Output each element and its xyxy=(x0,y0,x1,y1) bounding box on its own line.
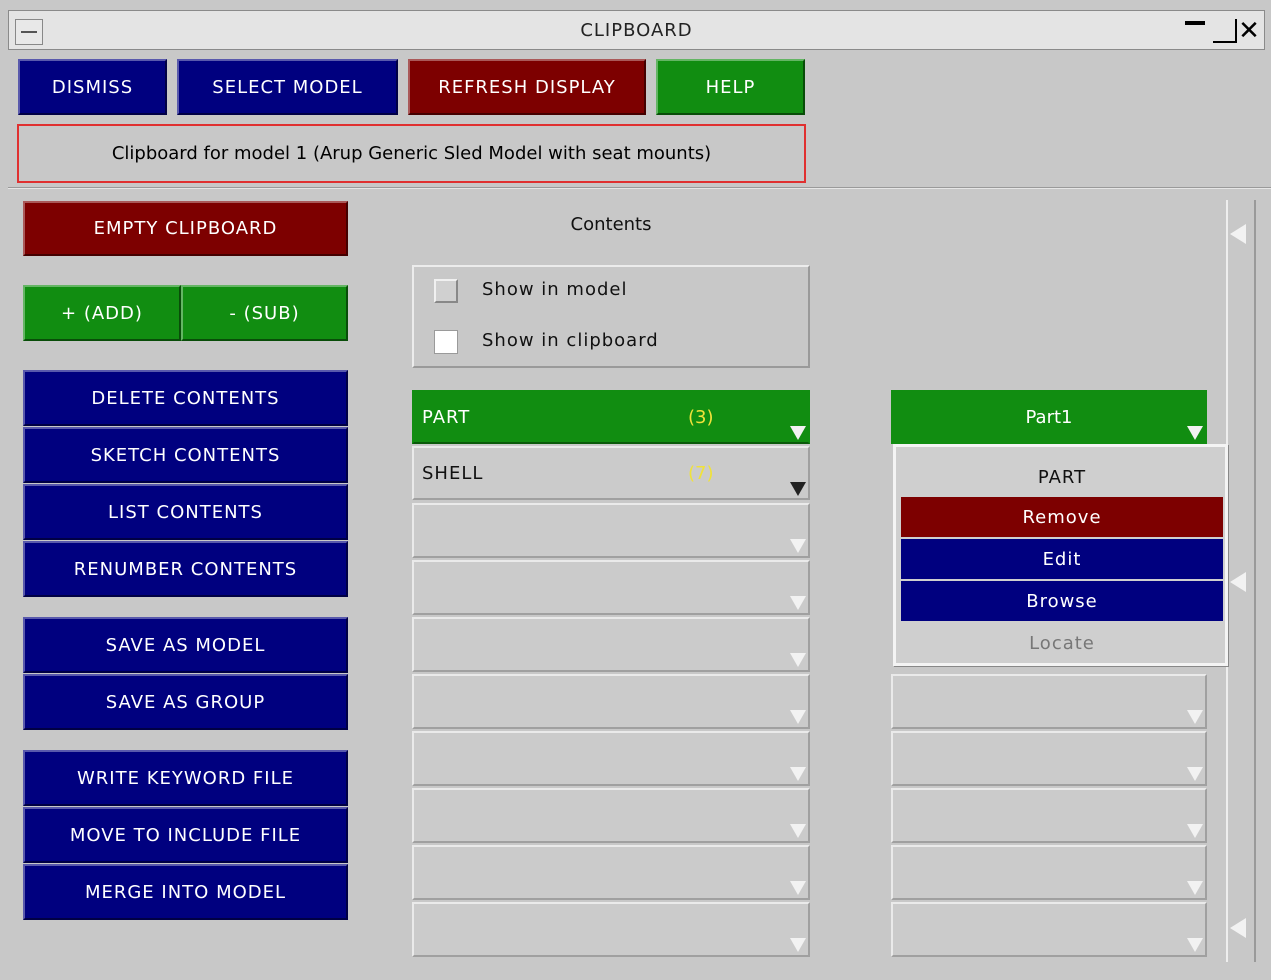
window-title: CLIPBOARD xyxy=(580,20,693,41)
list-item[interactable] xyxy=(891,731,1207,786)
list-item-count: (7) xyxy=(688,462,714,484)
context-menu-header: PART xyxy=(1037,466,1087,488)
list-item-count: (3) xyxy=(688,406,714,428)
merge-into-model-button[interactable]: MERGE INTO MODEL xyxy=(23,864,348,920)
dropdown-arrow-icon[interactable] xyxy=(790,710,806,724)
add-button[interactable]: + (ADD) xyxy=(23,285,181,341)
dropdown-arrow-icon[interactable] xyxy=(790,824,806,838)
show-in-clipboard-label: Show in clipboard xyxy=(482,330,659,351)
show-in-clipboard-checkbox[interactable] xyxy=(434,330,458,354)
dropdown-arrow-icon[interactable] xyxy=(790,539,806,553)
list-item[interactable] xyxy=(412,617,810,672)
empty-clipboard-button[interactable]: EMPTY CLIPBOARD xyxy=(23,201,348,256)
list-contents-button[interactable]: LIST CONTENTS xyxy=(23,484,348,540)
list-item[interactable] xyxy=(891,788,1207,843)
list-item[interactable] xyxy=(412,788,810,843)
item-part1[interactable]: Part1 xyxy=(891,390,1207,444)
dropdown-arrow-icon[interactable] xyxy=(1187,426,1203,440)
scroll-up-icon[interactable] xyxy=(1230,224,1246,244)
dismiss-button[interactable]: DISMISS xyxy=(18,59,167,115)
list-item-label: PART xyxy=(422,406,471,428)
sketch-contents-button[interactable]: SKETCH CONTENTS xyxy=(23,427,348,483)
list-item[interactable] xyxy=(891,902,1207,957)
delete-contents-button[interactable]: DELETE CONTENTS xyxy=(23,370,348,426)
scroll-thumb-icon[interactable] xyxy=(1230,572,1246,592)
sub-button[interactable]: - (SUB) xyxy=(181,285,348,341)
title-bar: CLIPBOARD ✕ xyxy=(8,10,1265,50)
locate-menu-item[interactable]: Locate xyxy=(901,623,1223,663)
show-in-model-checkbox[interactable] xyxy=(434,279,458,303)
dropdown-arrow-icon[interactable] xyxy=(790,881,806,895)
dropdown-arrow-icon[interactable] xyxy=(790,426,806,440)
display-options-panel: Show in model Show in clipboard xyxy=(412,265,810,368)
close-icon[interactable]: ✕ xyxy=(1235,17,1263,45)
list-item-shell[interactable]: SHELL (7) xyxy=(412,446,810,500)
list-item[interactable] xyxy=(412,902,810,957)
move-to-include-file-button[interactable]: MOVE TO INCLUDE FILE xyxy=(23,807,348,863)
show-in-model-label: Show in model xyxy=(482,279,628,300)
contents-heading: Contents xyxy=(570,214,652,235)
save-as-group-button[interactable]: SAVE AS GROUP xyxy=(23,674,348,730)
write-keyword-file-button[interactable]: WRITE KEYWORD FILE xyxy=(23,750,348,806)
list-item[interactable] xyxy=(412,503,810,558)
dropdown-arrow-icon[interactable] xyxy=(1187,710,1203,724)
scroll-down-icon[interactable] xyxy=(1230,918,1246,938)
dropdown-arrow-icon[interactable] xyxy=(790,653,806,667)
dropdown-arrow-icon[interactable] xyxy=(1187,938,1203,952)
help-button[interactable]: HELP xyxy=(656,59,805,115)
list-item[interactable] xyxy=(412,560,810,615)
browse-menu-item[interactable]: Browse xyxy=(901,581,1223,621)
list-item[interactable] xyxy=(412,845,810,900)
dropdown-arrow-icon[interactable] xyxy=(790,767,806,781)
scrollbar[interactable] xyxy=(1226,200,1256,962)
list-item-part[interactable]: PART (3) xyxy=(412,390,810,444)
clipboard-message: Clipboard for model 1 (Arup Generic Sled… xyxy=(17,124,806,183)
list-item[interactable] xyxy=(891,674,1207,729)
dropdown-arrow-icon[interactable] xyxy=(790,938,806,952)
list-item[interactable] xyxy=(412,731,810,786)
select-model-button[interactable]: SELECT MODEL xyxy=(177,59,398,115)
dropdown-arrow-icon[interactable] xyxy=(1187,767,1203,781)
edit-menu-item[interactable]: Edit xyxy=(901,539,1223,579)
maximize-icon[interactable] xyxy=(1213,19,1237,43)
renumber-contents-button[interactable]: RENUMBER CONTENTS xyxy=(23,541,348,597)
list-item[interactable] xyxy=(891,845,1207,900)
list-item[interactable] xyxy=(412,674,810,729)
separator xyxy=(8,187,1271,189)
item-label: Part1 xyxy=(1025,406,1073,428)
dropdown-arrow-icon[interactable] xyxy=(790,482,806,496)
save-as-model-button[interactable]: SAVE AS MODEL xyxy=(23,617,348,673)
refresh-display-button[interactable]: REFRESH DISPLAY xyxy=(408,59,646,115)
dropdown-arrow-icon[interactable] xyxy=(1187,824,1203,838)
list-item-label: SHELL xyxy=(422,462,484,484)
remove-menu-item[interactable]: Remove xyxy=(901,497,1223,537)
minimize-icon[interactable] xyxy=(1181,17,1209,45)
context-menu: PART Remove Edit Browse Locate xyxy=(893,444,1228,666)
dropdown-arrow-icon[interactable] xyxy=(1187,881,1203,895)
dropdown-arrow-icon[interactable] xyxy=(790,596,806,610)
